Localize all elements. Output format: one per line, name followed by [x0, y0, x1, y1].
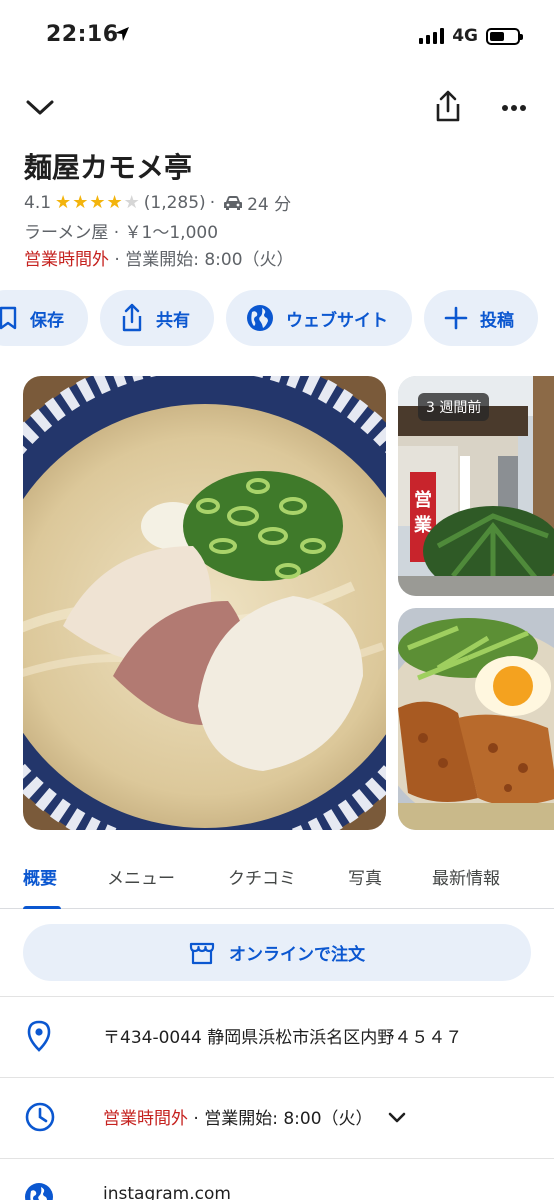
hours-detail-next: · 営業開始: 8:00（火）	[193, 1109, 373, 1129]
star-icon: ★	[55, 192, 72, 213]
location-pin-icon	[24, 1020, 54, 1056]
order-online-button[interactable]: オンラインで注文	[23, 924, 531, 981]
hours-detail-status: 営業時間外	[103, 1109, 188, 1129]
star-icon: ★	[89, 192, 106, 213]
hours-detail: 営業時間外 · 営業開始: 8:00（火）	[103, 1104, 406, 1129]
network-type: 4G	[452, 26, 478, 46]
address-text: 〒434-0044 静岡県浜松市浜名区内野４５４７	[103, 1028, 463, 1048]
drive-time: 24 分	[247, 195, 292, 215]
status-time: 22:16	[46, 22, 119, 47]
save-label: 保存	[30, 310, 64, 331]
clock-icon	[24, 1101, 56, 1137]
save-button[interactable]: 保存	[0, 290, 88, 346]
photo-ramen-main[interactable]	[23, 376, 386, 830]
star-icon: ★	[123, 192, 140, 213]
top-bar	[0, 86, 554, 130]
order-online-label: オンラインで注文	[229, 945, 365, 965]
website-label: ウェブサイト	[286, 310, 388, 331]
signal-icon	[419, 28, 445, 44]
website-row[interactable]: instagram.com	[0, 1158, 554, 1200]
post-label: 投稿	[480, 310, 514, 331]
car-icon	[223, 195, 243, 211]
expand-chevron-icon[interactable]	[388, 1109, 406, 1129]
rating-stars: ★ ★ ★ ★ ★	[55, 192, 140, 213]
tab-reviews[interactable]: クチコミ	[228, 864, 296, 889]
review-count[interactable]: (1,285)	[144, 193, 206, 213]
share-icon[interactable]	[430, 86, 466, 126]
website-button[interactable]: ウェブサイト	[226, 290, 412, 346]
photo-age-badge: 3 週間前	[418, 393, 490, 421]
share-icon	[122, 303, 142, 332]
action-chips: 保存 共有 ウェブサイト 投稿	[0, 290, 538, 346]
status-bar: 22:16 4G	[0, 0, 554, 72]
globe-icon	[24, 1182, 54, 1200]
tab-updates[interactable]: 最新情報	[432, 864, 500, 889]
category-price: ラーメン屋 · ￥1～1,000	[24, 223, 219, 243]
tab-menu[interactable]: メニュー	[107, 864, 175, 889]
website-text: instagram.com	[103, 1184, 231, 1200]
rating-value: 4.1	[24, 192, 52, 213]
collapse-chevron-icon[interactable]	[22, 90, 58, 126]
tab-overview[interactable]: 概要	[23, 864, 57, 889]
bookmark-icon	[0, 306, 17, 330]
more-icon[interactable]	[496, 90, 532, 126]
battery-icon	[486, 27, 523, 45]
share-label: 共有	[156, 310, 190, 331]
plus-icon	[444, 306, 468, 330]
star-icon: ★	[72, 192, 89, 213]
post-button[interactable]: 投稿	[424, 290, 538, 346]
location-arrow-icon	[114, 26, 130, 46]
place-title: 麺屋カモメ亭	[24, 151, 193, 184]
globe-icon	[247, 305, 273, 331]
store-icon	[189, 942, 215, 964]
hours-status: 営業時間外	[24, 250, 109, 270]
svg-text:営: 営	[414, 489, 432, 511]
hours-row[interactable]: 営業時間外 · 営業開始: 8:00（火）	[0, 1077, 554, 1157]
tab-bar: 概要 メニュー クチコミ 写真 最新情報	[0, 852, 554, 909]
hours-summary: 営業時間外 · 営業開始: 8:00（火）	[24, 245, 294, 270]
hours-next: · 営業開始: 8:00（火）	[114, 250, 294, 270]
active-tab-indicator	[23, 906, 61, 909]
tab-photos[interactable]: 写真	[348, 864, 382, 889]
star-icon: ★	[106, 192, 123, 213]
share-button[interactable]: 共有	[100, 290, 214, 346]
photo-katsu[interactable]	[398, 608, 554, 830]
address-row[interactable]: 〒434-0044 静岡県浜松市浜名区内野４５４７	[0, 996, 554, 1076]
rating-line: 4.1 ★ ★ ★ ★ ★ (1,285) · 24 分	[24, 192, 292, 215]
